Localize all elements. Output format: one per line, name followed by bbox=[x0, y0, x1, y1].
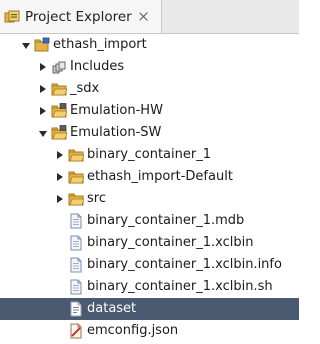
tree-item-label: binary_container_1.mdb bbox=[87, 213, 245, 228]
tree-item-label: ethash_import-Default bbox=[87, 169, 233, 184]
project-folder-icon bbox=[34, 37, 50, 52]
tree-item-label: binary_container_1 bbox=[87, 147, 211, 162]
tree-item[interactable]: binary_container_1.xclbin bbox=[0, 232, 299, 254]
tree-item[interactable]: ethash_import bbox=[0, 34, 299, 56]
tree-item[interactable]: emconfig.json bbox=[0, 320, 299, 342]
tree-item-label: Emulation-HW bbox=[70, 103, 163, 118]
view-tab-strip: Project Explorer bbox=[0, 0, 299, 34]
chevron-right-icon[interactable] bbox=[40, 107, 46, 115]
project-explorer-panel: Project Explorer ethash_import Includes _s… bbox=[0, 0, 299, 344]
tree-item[interactable]: binary_container_1 bbox=[0, 144, 299, 166]
chevron-down-icon[interactable] bbox=[22, 43, 30, 49]
project-explorer-icon bbox=[4, 10, 20, 22]
chevron-right-icon[interactable] bbox=[40, 63, 46, 71]
text-file-icon bbox=[70, 301, 82, 317]
tree-item-label: emconfig.json bbox=[87, 323, 179, 338]
tree-item-label: binary_container_1.xclbin bbox=[87, 235, 254, 250]
folder-icon bbox=[51, 83, 67, 96]
tree-item[interactable]: binary_container_1.xclbin.info bbox=[0, 254, 299, 276]
chevron-right-icon[interactable] bbox=[57, 173, 63, 181]
build-folder-icon bbox=[51, 103, 67, 118]
json-file-icon bbox=[70, 323, 82, 339]
project-tree: ethash_import Includes _sdx Emulation-HW Emu… bbox=[0, 34, 299, 342]
tree-item[interactable]: Includes bbox=[0, 56, 299, 78]
includes-icon bbox=[52, 61, 66, 74]
build-folder-icon bbox=[51, 125, 67, 140]
tree-item[interactable]: Emulation-SW bbox=[0, 122, 299, 144]
tree-item-label: src bbox=[87, 191, 106, 206]
folder-icon bbox=[68, 193, 84, 206]
tree-item-label: binary_container_1.xclbin.sh bbox=[87, 279, 273, 294]
tree-item-label: ethash_import bbox=[53, 37, 147, 52]
folder-icon bbox=[68, 149, 84, 162]
tree-item-label: _sdx bbox=[70, 81, 100, 96]
tree-item-label: dataset bbox=[87, 301, 137, 316]
tree-item-label: Includes bbox=[70, 59, 125, 74]
tree-item[interactable]: binary_container_1.mdb bbox=[0, 210, 299, 232]
file-icon bbox=[70, 235, 82, 251]
tree-item[interactable]: src bbox=[0, 188, 299, 210]
chevron-down-icon[interactable] bbox=[39, 131, 47, 137]
tree-item[interactable]: binary_container_1.xclbin.sh bbox=[0, 276, 299, 298]
file-icon bbox=[70, 213, 82, 229]
close-icon[interactable] bbox=[139, 12, 148, 21]
tab-title: Project Explorer bbox=[25, 8, 132, 25]
folder-icon bbox=[68, 171, 84, 184]
file-icon bbox=[70, 279, 82, 295]
tree-item-selected[interactable]: dataset bbox=[0, 298, 299, 320]
tree-item[interactable]: Emulation-HW bbox=[0, 100, 299, 122]
chevron-right-icon[interactable] bbox=[40, 85, 46, 93]
chevron-right-icon[interactable] bbox=[57, 151, 63, 159]
tree-item-label: Emulation-SW bbox=[70, 125, 162, 140]
tab-project-explorer[interactable]: Project Explorer bbox=[0, 0, 162, 33]
chevron-right-icon[interactable] bbox=[57, 195, 63, 203]
tree-item[interactable]: ethash_import-Default bbox=[0, 166, 299, 188]
tree-item-label: binary_container_1.xclbin.info bbox=[87, 257, 282, 272]
file-icon bbox=[70, 257, 82, 273]
tree-item[interactable]: _sdx bbox=[0, 78, 299, 100]
